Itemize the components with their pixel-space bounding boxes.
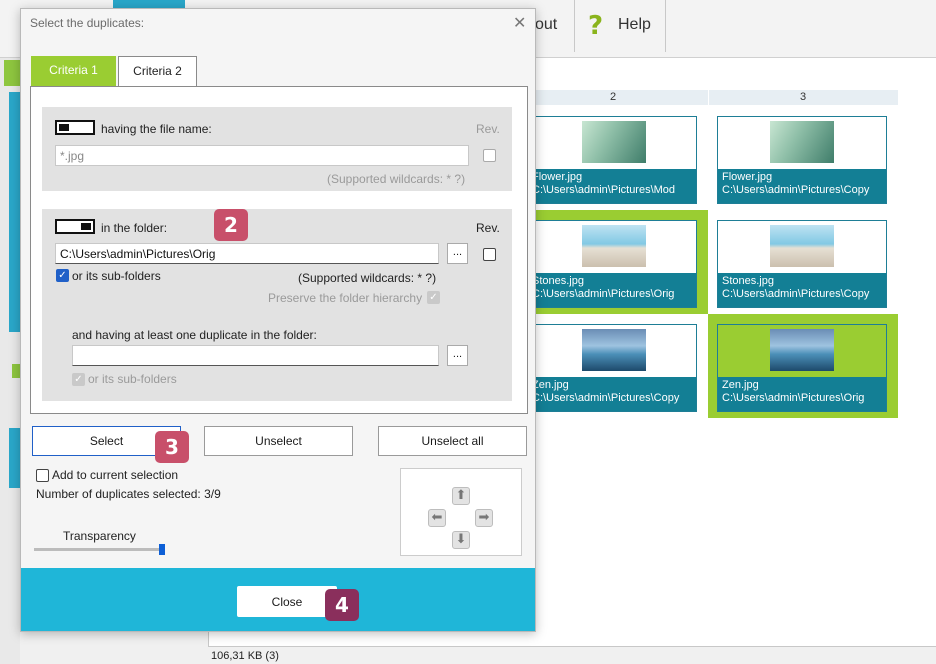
zen-thumbnail [770, 329, 834, 371]
folder-path-input[interactable]: C:\Users\admin\Pictures\Orig [55, 243, 439, 264]
filename-label: having the file name: [101, 122, 212, 136]
cell-caption: Zen.jpg C:\Users\admin\Pictures\Copy [528, 377, 696, 411]
toolbar-separator [665, 0, 666, 52]
filename-rev-checkbox[interactable] [483, 149, 496, 162]
file-path: C:\Users\admin\Pictures\Orig [532, 288, 675, 300]
arrow-down-icon[interactable]: ⬇ [452, 531, 470, 549]
subfolders-checkbox[interactable]: ✓ [56, 269, 69, 282]
status-text: 106,31 KB (3) [211, 650, 279, 662]
stones-thumbnail [582, 225, 646, 267]
folder-label: in the folder: [101, 221, 168, 235]
step-badge-3: 3 [155, 431, 189, 463]
left-panel-tab[interactable] [4, 60, 20, 86]
file-name: Zen.jpg [532, 379, 569, 391]
arrow-left-icon[interactable]: ⬅ [428, 509, 446, 527]
subfolders-label: or its sub-folders [72, 269, 161, 283]
file-path: C:\Users\admin\Pictures\Copy [722, 184, 870, 196]
grid-cell-selected[interactable]: Stones.jpg C:\Users\admin\Pictures\Orig [518, 210, 708, 314]
folder-toggle[interactable] [55, 219, 95, 234]
file-path: C:\Users\admin\Pictures\Copy [722, 288, 870, 300]
duplicate-subfolders-label: or its sub-folders [88, 372, 177, 386]
left-panel-item[interactable] [9, 428, 20, 488]
cell-caption: Zen.jpg C:\Users\admin\Pictures\Orig [718, 377, 886, 411]
folder-rev-label: Rev. [476, 221, 500, 235]
folder-rev-checkbox[interactable] [483, 248, 496, 261]
grid-cell-selected[interactable]: Zen.jpg C:\Users\admin\Pictures\Orig [708, 314, 898, 418]
left-panel-item[interactable] [9, 92, 20, 332]
tab-criteria-2[interactable]: Criteria 2 [118, 56, 197, 86]
cell-caption: Flower.jpg C:\Users\admin\Pictures\Mod [528, 169, 696, 203]
toolbar-separator [574, 0, 575, 52]
arrow-up-icon[interactable]: ⬆ [452, 487, 470, 505]
duplicate-folder-label: and having at least one duplicate in the… [72, 328, 317, 342]
zen-thumbnail [582, 329, 646, 371]
status-bar [208, 646, 936, 664]
close-button[interactable]: Close [237, 586, 337, 617]
flower-thumbnail [582, 121, 646, 163]
grid-cell[interactable]: Flower.jpg C:\Users\admin\Pictures\Mod [527, 116, 697, 204]
unselect-all-button[interactable]: Unselect all [378, 426, 527, 456]
grid-cell[interactable]: Stones.jpg C:\Users\admin\Pictures\Copy [717, 220, 887, 308]
file-name: Flower.jpg [722, 171, 773, 183]
about-button-label[interactable]: out [535, 16, 557, 34]
duplicate-folder-input[interactable] [72, 345, 439, 366]
transparency-slider[interactable] [34, 548, 164, 551]
grid-header-divider [708, 90, 709, 105]
cell-frame: Zen.jpg C:\Users\admin\Pictures\Orig [717, 324, 887, 412]
step-badge-2: 2 [214, 209, 248, 241]
filename-wildcards-note: (Supported wildcards: * ?) [327, 172, 466, 186]
duplicates-count-text: Number of duplicates selected: 3/9 [36, 487, 221, 501]
column-header-2: 2 [610, 91, 617, 103]
folder-wildcards-note: (Supported wildcards: * ?) [298, 271, 437, 285]
cell-caption: Stones.jpg C:\Users\admin\Pictures\Orig [528, 273, 696, 307]
file-path: C:\Users\admin\Pictures\Orig [722, 392, 865, 404]
column-header-3: 3 [800, 91, 807, 103]
help-button-label[interactable]: Help [618, 16, 651, 34]
filename-toggle[interactable] [55, 120, 95, 135]
duplicate-subfolders-checkbox[interactable]: ✓ [72, 373, 85, 386]
file-name: Stones.jpg [722, 275, 774, 287]
tab-criteria-1[interactable]: Criteria 1 [31, 56, 116, 86]
flower-thumbnail [770, 121, 834, 163]
grid-cell[interactable]: Flower.jpg C:\Users\admin\Pictures\Copy [717, 116, 887, 204]
file-name: Stones.jpg [532, 275, 584, 287]
help-icon[interactable]: ? [588, 11, 603, 41]
transparency-label: Transparency [63, 529, 136, 543]
file-path: C:\Users\admin\Pictures\Copy [532, 392, 680, 404]
transparency-slider-thumb[interactable] [159, 544, 165, 555]
folder-browse-button[interactable]: ... [447, 243, 468, 264]
filename-rev-label: Rev. [476, 122, 500, 136]
left-panel-item[interactable] [12, 364, 20, 378]
preserve-hierarchy-label: Preserve the folder hierarchy [268, 291, 423, 305]
cell-caption: Stones.jpg C:\Users\admin\Pictures\Copy [718, 273, 886, 307]
unselect-button[interactable]: Unselect [204, 426, 353, 456]
duplicate-folder-browse-button[interactable]: ... [447, 345, 468, 366]
filename-input[interactable]: *.jpg [55, 145, 469, 166]
toolbar-active-button[interactable] [113, 0, 185, 8]
file-name: Flower.jpg [532, 171, 583, 183]
file-name: Zen.jpg [722, 379, 759, 391]
file-path: C:\Users\admin\Pictures\Mod [532, 184, 676, 196]
stones-thumbnail [770, 225, 834, 267]
close-icon[interactable]: ✕ [513, 13, 526, 33]
cell-caption: Flower.jpg C:\Users\admin\Pictures\Copy [718, 169, 886, 203]
grid-cell[interactable]: Zen.jpg C:\Users\admin\Pictures\Copy [527, 324, 697, 412]
grid-header [536, 90, 898, 105]
preserve-hierarchy-checkbox[interactable]: ✓ [427, 291, 440, 304]
add-to-selection-label: Add to current selection [52, 468, 179, 482]
cell-frame: Stones.jpg C:\Users\admin\Pictures\Orig [527, 220, 697, 308]
dialog-title: Select the duplicates: [30, 16, 145, 30]
add-to-selection-checkbox[interactable] [36, 469, 49, 482]
arrow-right-icon[interactable]: ➡ [475, 509, 493, 527]
step-badge-4: 4 [325, 589, 359, 621]
